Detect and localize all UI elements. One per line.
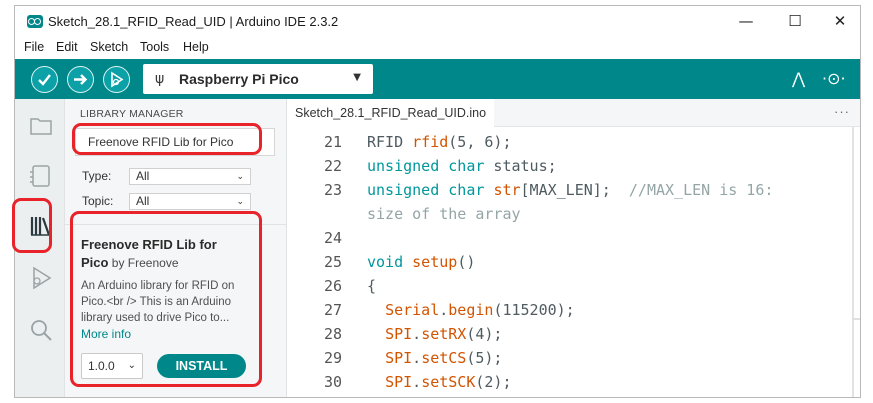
menu-bar: File Edit Sketch Tools Help <box>15 37 860 59</box>
window-title: Sketch_28.1_RFID_Read_UID | Arduino IDE … <box>48 14 339 29</box>
line-number: 24 <box>323 229 342 247</box>
debug-button[interactable] <box>103 66 130 93</box>
scrollbar-marker <box>852 318 860 320</box>
tab-sketch-file[interactable]: Sketch_28.1_RFID_Read_UID.ino <box>287 99 495 127</box>
menu-file[interactable]: File <box>24 40 44 54</box>
chevron-down-icon: ⌄ <box>236 172 244 182</box>
code-line: 24 <box>287 229 860 253</box>
code-line: 22 unsigned char status; <box>287 157 860 181</box>
topic-filter-label: Topic: <box>82 194 114 208</box>
toolbar: ψ Raspberry Pi Pico ▼ ⋀ ·⊙· <box>15 59 860 99</box>
code-line: 27 Serial.begin(115200); <box>287 301 860 325</box>
code-line: 26 { <box>287 277 860 301</box>
line-number: 22 <box>323 157 342 175</box>
line-number: 26 <box>323 277 342 295</box>
code-editor: Sketch_28.1_RFID_Read_UID.ino ··· 21 RFI… <box>287 99 860 397</box>
code-line: 21 RFID rfid(5, 6); <box>287 133 860 157</box>
code-line-wrapped: size of the array <box>367 205 521 223</box>
debug-panel-icon[interactable] <box>28 265 54 291</box>
title-bar: Sketch_28.1_RFID_Read_UID | Arduino IDE … <box>15 6 860 37</box>
code-line: 25 void setup() <box>287 253 860 277</box>
type-filter-select[interactable]: All ⌄ <box>129 168 251 185</box>
chevron-down-icon: ▼ <box>353 72 361 83</box>
line-number: 30 <box>323 373 342 391</box>
menu-edit[interactable]: Edit <box>56 40 78 54</box>
arrow-right-icon <box>74 74 88 85</box>
line-number: 28 <box>323 325 342 343</box>
search-icon[interactable] <box>28 317 54 343</box>
code-line: 28 SPI.setRX(4); <box>287 325 860 349</box>
type-filter-label: Type: <box>82 169 112 183</box>
verify-button[interactable] <box>31 66 58 93</box>
highlight-search-box <box>72 123 262 155</box>
minimize-button[interactable]: — <box>733 10 759 32</box>
line-number: 25 <box>323 253 342 271</box>
code-line: 23 unsigned char str[MAX_LEN]; //MAX_LEN… <box>287 181 860 205</box>
line-number: 29 <box>323 349 342 367</box>
chevron-down-icon: ⌄ <box>236 197 244 207</box>
maximize-button[interactable]: ☐ <box>782 10 808 32</box>
arduino-logo-icon <box>27 15 43 28</box>
checkmark-icon <box>38 74 51 86</box>
topic-filter-value: All <box>136 194 150 208</box>
line-number: 21 <box>323 133 342 151</box>
board-manager-icon[interactable] <box>28 163 54 189</box>
topic-filter-select[interactable]: All ⌄ <box>129 193 251 210</box>
menu-sketch[interactable]: Sketch <box>90 40 128 54</box>
highlight-library-icon <box>12 198 52 253</box>
line-number: 23 <box>323 181 342 199</box>
editor-tab-bar: Sketch_28.1_RFID_Read_UID.ino ··· <box>287 99 860 127</box>
serial-monitor-icon[interactable]: ·⊙· <box>822 69 846 88</box>
folder-icon[interactable] <box>28 113 54 139</box>
usb-icon: ψ <box>155 71 165 87</box>
editor-scrollbar[interactable] <box>852 127 854 397</box>
code-line: 30 SPI.setSCK(2); <box>287 373 860 397</box>
type-filter-value: All <box>136 169 150 183</box>
library-manager-title: LIBRARY MANAGER <box>80 108 184 120</box>
debug-icon <box>111 71 124 88</box>
board-name: Raspberry Pi Pico <box>179 71 299 87</box>
menu-tools[interactable]: Tools <box>140 40 169 54</box>
close-button[interactable]: ✕ <box>827 10 853 32</box>
more-options-icon[interactable]: ··· <box>834 104 850 119</box>
upload-button[interactable] <box>67 66 94 93</box>
menu-help[interactable]: Help <box>183 40 209 54</box>
highlight-library-card <box>70 211 262 387</box>
code-line: 29 SPI.setCS(5); <box>287 349 860 373</box>
serial-plotter-icon[interactable]: ⋀ <box>792 69 805 88</box>
code-area[interactable]: 21 RFID rfid(5, 6); 22 unsigned char sta… <box>287 127 860 397</box>
board-selector[interactable]: ψ Raspberry Pi Pico ▼ <box>143 64 373 94</box>
line-number: 27 <box>323 301 342 319</box>
